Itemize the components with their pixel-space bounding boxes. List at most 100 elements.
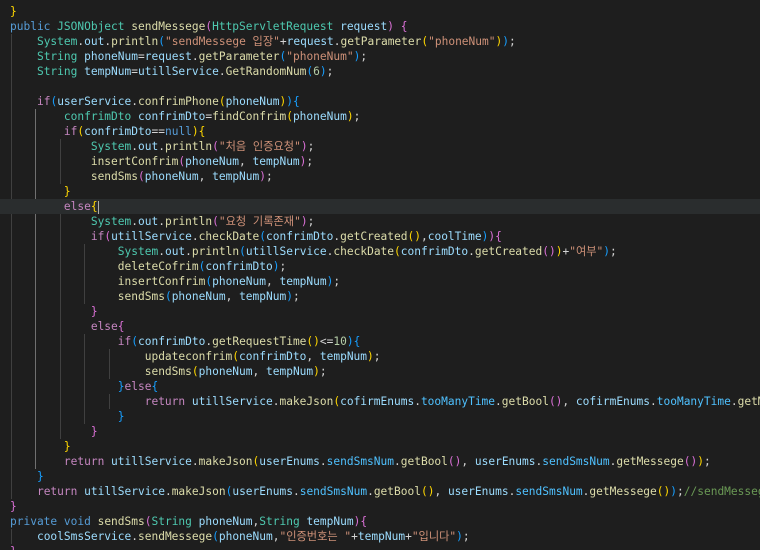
code-token: private <box>10 515 64 528</box>
code-token: confrimDto <box>239 350 307 363</box>
code-token: else <box>63 200 91 213</box>
code-token: getMessege <box>737 395 760 408</box>
code-line[interactable]: private void sendSms(String phoneNum,Str… <box>0 514 760 529</box>
code-line[interactable]: coolSmsService.sendMessege(phoneNum,"인증번… <box>0 529 760 544</box>
code-token: tempNum <box>239 290 287 303</box>
code-line[interactable]: } <box>0 4 760 19</box>
code-token: + <box>351 530 358 543</box>
code-token: ( <box>286 110 293 123</box>
code-token: println <box>164 140 213 153</box>
code-token: confrimDto <box>84 125 152 138</box>
code-line[interactable]: confrimDto confrimDto=findConfrim(phoneN… <box>0 109 760 124</box>
code-token: () <box>548 395 563 408</box>
code-token: //sendMessege(coolSmsDto <box>683 485 760 498</box>
code-line[interactable]: String tempNum=utillService.GetRandomNum… <box>0 64 760 79</box>
code-token: ) <box>346 110 354 123</box>
code-token: . <box>319 455 327 468</box>
code-token: , <box>252 365 266 378</box>
code-line[interactable]: System.out.println("sendMessege 입장"+requ… <box>0 34 760 49</box>
code-line[interactable]: if(confrimDto==null){ <box>0 124 760 139</box>
code-token: () <box>447 455 462 468</box>
code-line[interactable]: String phoneNum=request.getParameter("ph… <box>0 49 760 64</box>
code-line[interactable]: } <box>0 304 760 319</box>
code-token: getRequestTime <box>212 335 307 348</box>
code-token: phoneNum <box>144 170 199 183</box>
code-token: out <box>84 35 105 48</box>
code-token: . <box>185 245 192 258</box>
code-line[interactable]: deleteCofrim(confrimDto); <box>0 259 760 274</box>
code-token: tempNum <box>266 365 314 378</box>
code-line[interactable]: } <box>0 499 760 514</box>
code-token: System <box>90 215 132 228</box>
code-line[interactable]: return utillService.makeJson(userEnums.s… <box>0 454 760 469</box>
code-line[interactable] <box>0 79 760 94</box>
code-token: sendSmsNum <box>515 485 583 498</box>
code-token: ( <box>131 335 139 348</box>
code-editor[interactable]: } public JSONObject sendMessege(HttpServl… <box>0 0 760 550</box>
code-token: } <box>10 5 17 18</box>
code-line[interactable]: insertConfrim(phoneNum, tempNum); <box>0 274 760 289</box>
code-token: , <box>461 455 475 468</box>
code-token: makeJson <box>279 395 334 408</box>
code-token: = <box>131 65 139 78</box>
code-line[interactable]: } <box>0 544 760 550</box>
code-line[interactable]: updateconfrim(confrimDto, tempNum); <box>0 349 760 364</box>
code-token: utillService <box>111 230 192 243</box>
code-token: ( <box>212 140 219 153</box>
code-token: tempNum <box>357 530 406 543</box>
code-token: tempNum <box>84 65 132 78</box>
code-token: == <box>151 125 165 138</box>
code-token: () <box>420 485 435 498</box>
code-line[interactable]: }else{ <box>0 379 760 394</box>
code-line[interactable]: } <box>0 469 760 484</box>
code-token: cofirmEnums <box>575 395 650 408</box>
code-token: ( <box>164 290 172 303</box>
code-token: getParameter <box>340 35 422 48</box>
code-line[interactable]: return utillService.makeJson(userEnums.s… <box>0 484 760 499</box>
code-token: insertConfrim <box>90 155 179 168</box>
code-token: ( <box>137 170 145 183</box>
code-token: confrimPhone <box>138 95 219 108</box>
code-token: , <box>562 395 576 408</box>
code-token: ) <box>387 20 394 33</box>
code-line[interactable]: } <box>0 409 760 424</box>
code-line[interactable]: } <box>0 424 760 439</box>
code-line[interactable]: sendSms(phoneNum, tempNum); <box>0 364 760 379</box>
code-token: ( <box>191 365 199 378</box>
code-line[interactable]: sendSms(phoneNum, tempNum); <box>0 289 760 304</box>
code-line[interactable]: System.out.println("요청 기록존재"); <box>0 214 760 229</box>
code-line[interactable]: if(utillService.checkDate(confrimDto.get… <box>0 229 760 244</box>
code-token: tooManyTime <box>420 395 496 408</box>
code-line[interactable]: insertConfrim(phoneNum, tempNum); <box>0 154 760 169</box>
code-line[interactable]: public JSONObject sendMessege(HttpServle… <box>0 19 760 34</box>
code-token: getBool <box>501 395 549 408</box>
code-token: System <box>117 245 159 258</box>
code-line[interactable]: sendSms(phoneNum, tempNum); <box>0 169 760 184</box>
code-token: getCreated <box>474 245 543 258</box>
code-line[interactable]: System.out.println(utillService.checkDat… <box>0 244 760 259</box>
code-token: . <box>158 215 165 228</box>
code-token: ( <box>158 35 165 48</box>
code-token: getMessege <box>616 455 684 468</box>
code-token: 10 <box>333 335 347 348</box>
code-line[interactable]: } <box>0 439 760 454</box>
code-token: tempNum <box>252 155 300 168</box>
code-line[interactable]: else{ <box>0 319 760 334</box>
code-line[interactable]: if(userService.confrimPhone(phoneNum)){ <box>0 94 760 109</box>
code-line[interactable]: System.out.println("처음 인증요청"); <box>0 139 760 154</box>
code-token: ( <box>394 245 401 258</box>
code-line[interactable]: else{ <box>0 199 760 214</box>
code-line[interactable]: if(confrimDto.getRequestTime()<=10){ <box>0 334 760 349</box>
code-token: "phoneNum" <box>286 50 354 63</box>
code-token: checkDate <box>198 230 260 243</box>
code-token: out <box>138 140 159 153</box>
code-token: ) <box>670 485 678 498</box>
code-line[interactable]: return utillService.makeJson(cofirmEnums… <box>0 394 760 409</box>
code-token: . <box>495 395 502 408</box>
code-line[interactable]: } <box>0 184 760 199</box>
